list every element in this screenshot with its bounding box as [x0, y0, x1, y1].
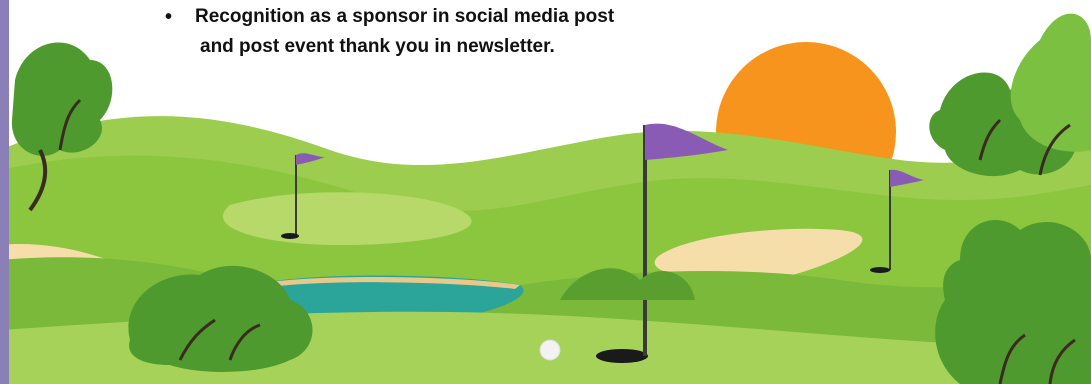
- side-strip: [0, 0, 9, 384]
- golf-slide: • Recognition as a sponsor in social med…: [0, 0, 1091, 384]
- benefit-bullet-list: • Recognition as a sponsor in social med…: [165, 2, 725, 62]
- bullet-text-line1: Recognition as a sponsor in social media…: [195, 6, 615, 27]
- golf-ball-icon: [539, 339, 561, 361]
- hole-icon: [596, 349, 648, 363]
- tree-icon-right: [929, 13, 1091, 177]
- bullet-text-line2: and post event thank you in newsletter.: [200, 36, 555, 57]
- bullet-item: • Recognition as a sponsor in social med…: [165, 2, 725, 32]
- bullet-marker: •: [165, 6, 173, 28]
